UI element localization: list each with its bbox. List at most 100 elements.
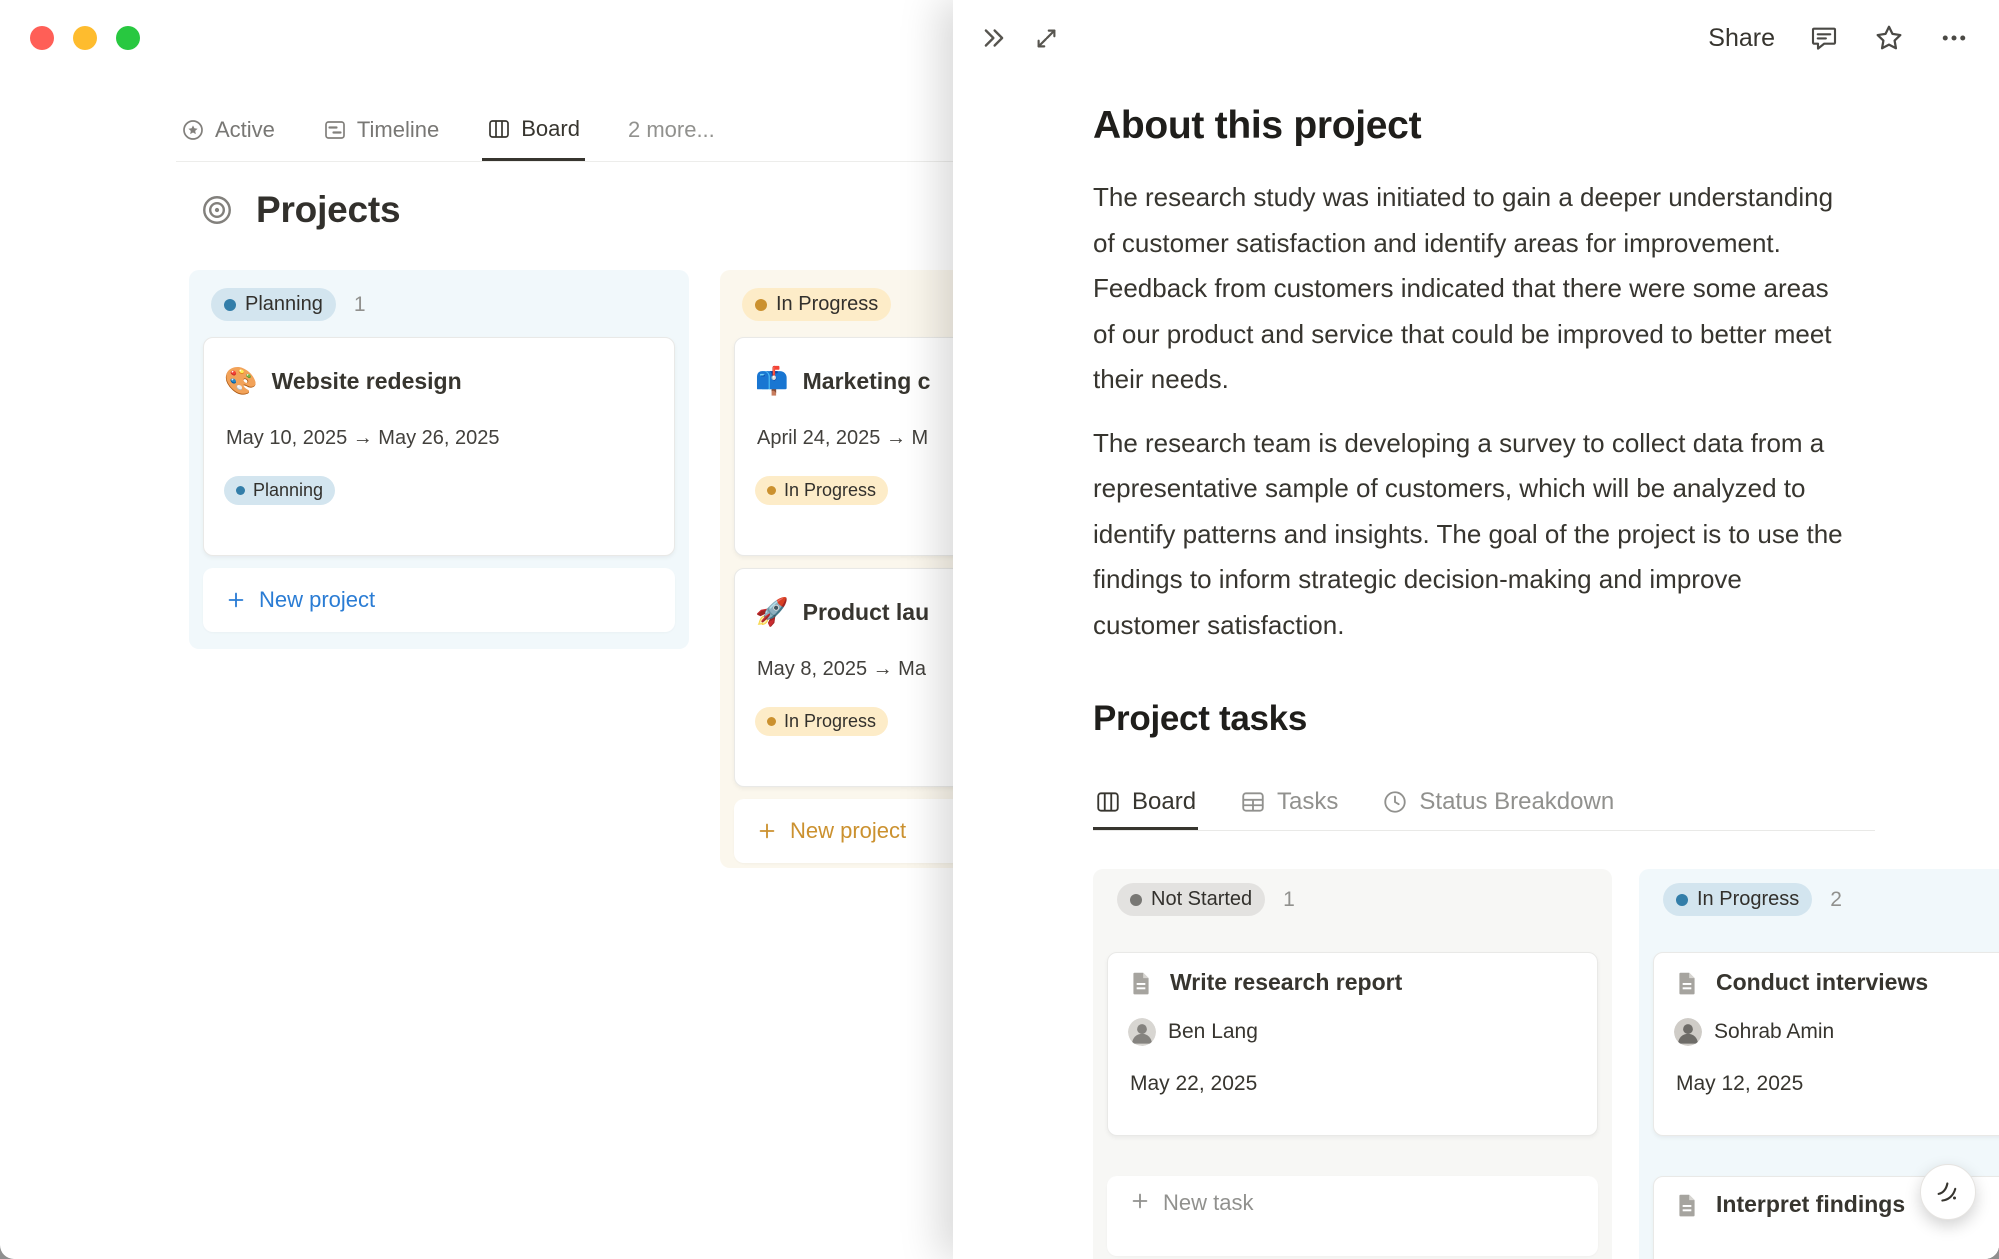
about-paragraph-2: The research team is developing a survey… — [1093, 421, 1855, 649]
view-tab-label: Timeline — [357, 117, 439, 143]
status-dot — [767, 717, 776, 726]
view-tab-more[interactable]: 2 more... — [623, 99, 720, 161]
app-window: Active Timeline Board — [0, 0, 1999, 1259]
task-view-tabs: Board Tasks — [1093, 774, 1875, 831]
plus-icon — [1129, 1190, 1151, 1212]
about-paragraph-1: The research study was initiated to gain… — [1093, 175, 1855, 403]
view-tabs: Active Timeline Board — [176, 99, 720, 161]
task-card-write-research-report[interactable]: Write research report Ben Lang — [1107, 952, 1598, 1136]
card-due-date: May 12, 2025 — [1676, 1072, 1999, 1096]
status-dot — [1130, 894, 1142, 906]
minimize-window-button[interactable] — [73, 26, 97, 50]
plus-icon — [225, 589, 247, 611]
card-date-range: May 10, 2025 → May 26, 2025 — [226, 427, 654, 450]
assignee-row: Sohrab Amin — [1674, 1018, 1999, 1046]
timeline-icon — [323, 118, 347, 142]
view-tab-label: Board — [521, 116, 580, 142]
view-tab-timeline[interactable]: Timeline — [318, 99, 444, 161]
share-button[interactable]: Share — [1708, 24, 1775, 53]
tag-label: In Progress — [784, 480, 876, 501]
new-task-label: New task — [1163, 1190, 1253, 1216]
tabs-divider — [176, 161, 966, 162]
status-dot — [236, 486, 245, 495]
view-tab-active[interactable]: Active — [176, 99, 280, 161]
peek-content: About this project The research study wa… — [953, 76, 1999, 1259]
task-card-conduct-interviews[interactable]: Conduct interviews Sohrab Amin — [1653, 952, 1999, 1136]
card-title: Website redesign — [272, 368, 462, 395]
assignee-name: Ben Lang — [1168, 1020, 1258, 1044]
assignee-name: Sohrab Amin — [1714, 1020, 1834, 1044]
page-doc-icon — [1674, 970, 1700, 996]
task-view-tab-board[interactable]: Board — [1093, 774, 1198, 830]
board-icon — [1095, 789, 1121, 815]
board-icon — [487, 117, 511, 141]
task-column-not-started: Not Started 1 — [1093, 869, 1612, 1259]
peek-toolbar-right: Share — [1708, 22, 1969, 54]
status-pill-in-progress: In Progress — [1663, 883, 1812, 916]
avatar — [1674, 1018, 1702, 1046]
status-pill-in-progress: In Progress — [742, 288, 891, 321]
status-label: In Progress — [1697, 888, 1799, 911]
notion-ai-icon — [1933, 1177, 1963, 1207]
column-header: In Progress 2 — [1663, 883, 1999, 916]
status-label: Planning — [245, 293, 323, 316]
status-dot — [1676, 894, 1688, 906]
zoom-window-button[interactable] — [116, 26, 140, 50]
task-view-tab-label: Tasks — [1277, 788, 1338, 816]
project-tasks-heading: Project tasks — [1093, 698, 1999, 740]
card-title-row: Conduct interviews — [1674, 969, 1999, 996]
assignee-row: Ben Lang — [1128, 1018, 1577, 1046]
column-header: Planning 1 — [211, 288, 675, 321]
task-view-tab-tasks[interactable]: Tasks — [1238, 774, 1340, 830]
star-badge-icon — [181, 118, 205, 142]
close-window-button[interactable] — [30, 26, 54, 50]
view-tab-board[interactable]: Board — [482, 99, 585, 161]
tasks-board: Not Started 1 — [1093, 869, 1999, 1259]
task-view-tab-label: Status Breakdown — [1419, 788, 1614, 816]
avatar — [1128, 1018, 1156, 1046]
card-status-tag: In Progress — [755, 707, 888, 736]
column-count: 2 — [1830, 888, 1842, 912]
status-pill-not-started: Not Started — [1117, 883, 1265, 916]
board-column-planning: Planning 1 🎨 Website redesign May 10, 20… — [189, 270, 689, 649]
card-status-tag: Planning — [224, 476, 335, 505]
new-task-button[interactable]: New task — [1107, 1176, 1598, 1256]
card-status-tag: In Progress — [755, 476, 888, 505]
status-label: In Progress — [776, 293, 878, 316]
mailbox-emoji-icon: 📫 — [755, 368, 789, 395]
view-tab-label: Active — [215, 117, 275, 143]
new-project-button[interactable]: New project — [203, 568, 675, 632]
favorite-star-icon[interactable] — [1873, 22, 1905, 54]
card-title: Conduct interviews — [1716, 969, 1928, 996]
more-icon[interactable] — [1939, 23, 1969, 53]
status-pill-planning: Planning — [211, 288, 336, 321]
card-title: Interpret findings — [1716, 1191, 1905, 1218]
task-view-tab-status-breakdown[interactable]: Status Breakdown — [1380, 774, 1616, 830]
peek-toolbar-left — [979, 23, 1060, 53]
table-icon — [1240, 789, 1266, 815]
window-controls — [30, 26, 140, 50]
view-tab-label: 2 more... — [628, 117, 715, 143]
about-heading: About this project — [1093, 102, 1999, 149]
card-title-row: Write research report — [1128, 969, 1577, 996]
status-dot — [755, 299, 767, 311]
page-doc-icon — [1128, 970, 1154, 996]
column-header: Not Started 1 — [1117, 883, 1598, 916]
page-doc-icon — [1674, 1192, 1700, 1218]
expand-icon[interactable] — [1033, 25, 1060, 52]
side-peek-panel: Share — [953, 0, 1999, 1259]
target-icon — [200, 193, 234, 227]
project-card-website-redesign[interactable]: 🎨 Website redesign May 10, 2025 → May 26… — [203, 337, 675, 556]
notion-ai-button[interactable] — [1920, 1164, 1976, 1220]
clock-icon — [1382, 789, 1408, 815]
tag-label: In Progress — [784, 711, 876, 732]
new-project-label: New project — [259, 587, 375, 613]
card-title: Product lau — [803, 599, 930, 626]
double-chevron-right-icon[interactable] — [979, 23, 1009, 53]
page-title-text: Projects — [256, 189, 400, 231]
status-dot — [767, 486, 776, 495]
card-title: Write research report — [1170, 969, 1402, 996]
comment-icon[interactable] — [1809, 23, 1839, 53]
column-count: 1 — [354, 293, 366, 317]
status-dot — [224, 299, 236, 311]
